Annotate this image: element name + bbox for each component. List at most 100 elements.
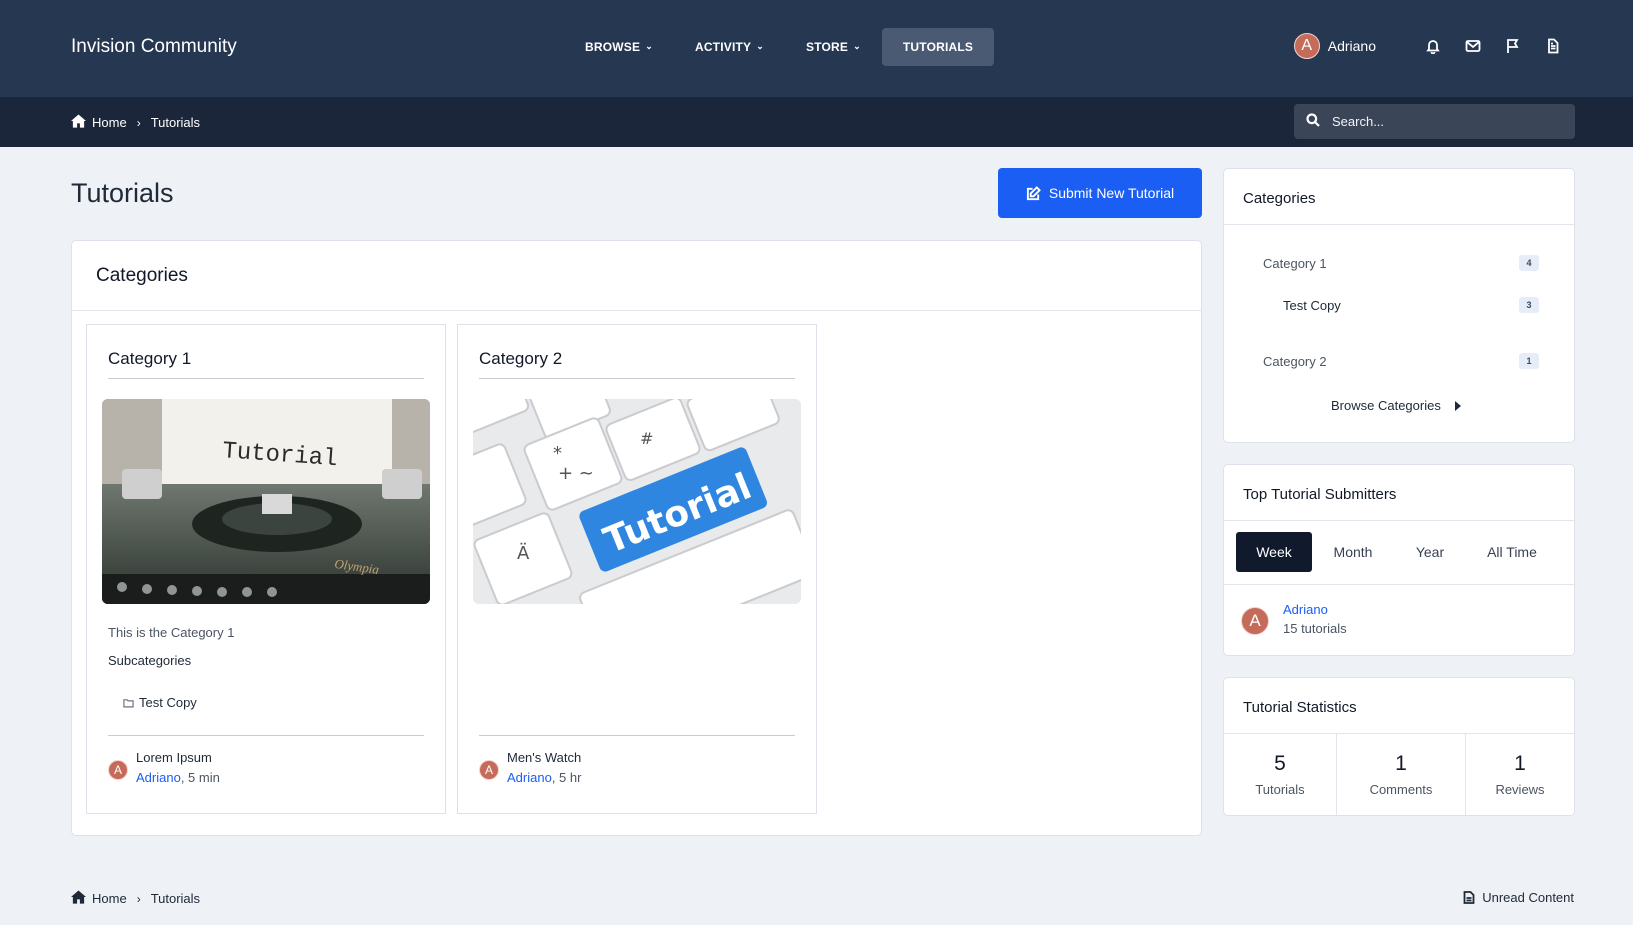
divider <box>1224 584 1574 585</box>
user-area: A Adriano <box>1293 33 1562 59</box>
page-title: Tutorials <box>71 178 174 208</box>
latest-tutorial-title[interactable]: Lorem Ipsum <box>136 750 220 765</box>
statistics-heading: Tutorial Statistics <box>1224 678 1574 734</box>
count-badge: 3 <box>1519 297 1539 313</box>
top-submitters-heading: Top Tutorial Submitters <box>1224 465 1574 521</box>
unread-content-label: Unread Content <box>1482 890 1574 905</box>
breadcrumb-bar: Home › Tutorials <box>0 97 1633 147</box>
folder-icon <box>123 698 134 707</box>
stat-value: 1 <box>1514 752 1526 775</box>
site-title[interactable]: Invision Community <box>71 36 237 58</box>
nav-browse[interactable]: BROWSE ⌄ <box>564 28 674 66</box>
count-badge: 4 <box>1519 255 1539 271</box>
sidebar-category-label: Test Copy <box>1283 297 1341 313</box>
stats-row: 5 Tutorials 1 Comments 1 Reviews <box>1224 734 1574 815</box>
chevron-down-icon: ⌄ <box>853 40 861 51</box>
latest-author-link[interactable]: Adriano <box>507 770 552 785</box>
subcategories-label: Subcategories <box>108 653 192 668</box>
caret-right-icon <box>1454 400 1461 411</box>
nav-browse-label: BROWSE <box>585 40 641 54</box>
sidebar-categories-heading: Categories <box>1224 169 1574 225</box>
divider <box>108 735 424 736</box>
username[interactable]: Adriano <box>1328 38 1376 54</box>
document-icon <box>1463 891 1475 904</box>
home-icon[interactable] <box>71 890 86 907</box>
category-image-keyboard[interactable]: Tutorial * + ~ # Ä <box>473 399 801 604</box>
avatar[interactable]: A <box>108 760 128 780</box>
category-image-typewriter[interactable]: Tutorial Olympia <box>102 399 430 604</box>
unread-content-link[interactable]: Unread Content <box>1463 890 1574 905</box>
divider <box>479 735 795 736</box>
bell-icon[interactable] <box>1424 37 1442 55</box>
latest-tutorial-title[interactable]: Men's Watch <box>507 750 581 765</box>
sidebar-category-item[interactable]: Category 2 1 <box>1263 353 1539 369</box>
nav-store-label: STORE <box>805 40 849 54</box>
svg-text:+ ~: + ~ <box>558 463 594 484</box>
stat-value: 5 <box>1274 752 1286 775</box>
category-title[interactable]: Category 1 <box>108 349 424 379</box>
latest-time: , 5 min <box>180 770 220 785</box>
subcategory-item[interactable]: Test Copy <box>123 695 197 710</box>
tab-week[interactable]: Week <box>1236 532 1312 572</box>
avatar[interactable]: A <box>1293 33 1320 59</box>
nav-tutorials-label: TUTORIALS <box>902 40 974 54</box>
search-box[interactable] <box>1294 104 1575 139</box>
stat-label: Reviews <box>1495 782 1545 797</box>
submitter-entry: A Adriano 15 tutorials <box>1241 602 1347 636</box>
category-description: This is the Category 1 <box>108 625 235 640</box>
sidebar-category-item[interactable]: Category 1 4 <box>1263 255 1539 271</box>
latest-time: , 5 hr <box>551 770 582 785</box>
chevron-right-icon: › <box>136 891 141 906</box>
count-badge: 1 <box>1519 353 1539 369</box>
browse-categories-link[interactable]: Browse Categories <box>1331 398 1461 413</box>
browse-categories-label: Browse Categories <box>1331 398 1441 413</box>
categories-heading: Categories <box>72 241 1201 311</box>
sidebar-statistics: Tutorial Statistics 5 Tutorials 1 Commen… <box>1223 677 1575 816</box>
search-input[interactable] <box>1332 114 1552 129</box>
submitter-name-link[interactable]: Adriano <box>1283 602 1347 617</box>
avatar[interactable]: A <box>479 760 499 780</box>
nav-activity-label: ACTIVITY <box>694 40 752 54</box>
document-icon[interactable] <box>1544 37 1562 55</box>
submit-new-tutorial-button[interactable]: Submit New Tutorial <box>998 168 1202 218</box>
svg-text:*: * <box>553 443 562 464</box>
latest-tutorial: A Lorem Ipsum Adriano, 5 min <box>108 750 220 785</box>
subcategory-label: Test Copy <box>139 695 197 710</box>
tab-month[interactable]: Month <box>1312 532 1394 572</box>
svg-text:#: # <box>640 429 653 448</box>
category-title[interactable]: Category 2 <box>479 349 795 379</box>
sidebar-category-label: Category 1 <box>1263 255 1327 271</box>
top-header: Invision Community BROWSE ⌄ ACTIVITY ⌄ STO… <box>0 0 1633 97</box>
sidebar-top-submitters: Top Tutorial Submitters Week Month Year … <box>1223 464 1575 656</box>
tab-all-time[interactable]: All Time <box>1466 532 1558 572</box>
chevron-down-icon: ⌄ <box>645 40 653 51</box>
stat-reviews: 1 Reviews <box>1466 734 1574 815</box>
breadcrumb-current[interactable]: Tutorials <box>151 115 200 130</box>
home-icon[interactable] <box>71 114 86 131</box>
nav-activity[interactable]: ACTIVITY ⌄ <box>674 28 785 66</box>
sidebar-category-label: Category 2 <box>1263 353 1327 369</box>
footer-breadcrumb: Home › Tutorials <box>71 890 200 907</box>
main-nav: BROWSE ⌄ ACTIVITY ⌄ STORE ⌄ TUTORIALS <box>564 28 995 66</box>
chevron-right-icon: › <box>136 115 141 130</box>
nav-store[interactable]: STORE ⌄ <box>785 28 882 66</box>
chevron-down-icon: ⌄ <box>756 40 764 51</box>
envelope-icon[interactable] <box>1464 37 1482 55</box>
breadcrumb-home[interactable]: Home <box>92 891 127 906</box>
flag-icon[interactable] <box>1504 37 1522 55</box>
edit-icon <box>1026 185 1041 200</box>
avatar[interactable]: A <box>1241 607 1269 635</box>
category-card: Category 2 Tutorial * + ~ # Ä A Men's Wa… <box>457 324 817 814</box>
breadcrumb-home[interactable]: Home <box>92 115 127 130</box>
stat-label: Tutorials <box>1255 782 1305 797</box>
tab-year[interactable]: Year <box>1394 532 1466 572</box>
sidebar-subcategory-item[interactable]: Test Copy 3 <box>1283 297 1539 313</box>
breadcrumb-current[interactable]: Tutorials <box>151 891 200 906</box>
stat-tutorials: 5 Tutorials <box>1224 734 1337 815</box>
latest-author-link[interactable]: Adriano <box>136 770 181 785</box>
svg-text:Ä: Ä <box>517 543 530 564</box>
submit-label: Submit New Tutorial <box>1048 185 1175 201</box>
breadcrumb: Home › Tutorials <box>71 114 200 131</box>
nav-tutorials[interactable]: TUTORIALS <box>881 28 995 66</box>
sidebar-categories: Categories Category 1 4 Test Copy 3 Cate… <box>1223 168 1575 443</box>
